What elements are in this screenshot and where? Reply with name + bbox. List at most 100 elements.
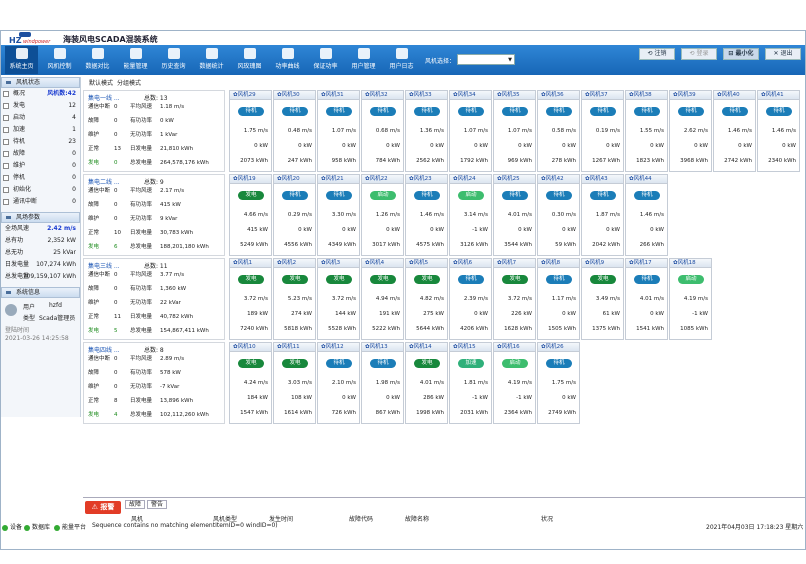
turbine-card[interactable]: ✿风机44 待机 1.46 m/s 0 kW 266 kWh [625, 174, 668, 256]
status-item[interactable]: 加速 1 [1, 124, 80, 136]
status-value: 4 [72, 114, 76, 121]
turbine-card[interactable]: ✿风机43 待机 1.87 m/s 0 kW 2042 kWh [581, 174, 624, 256]
turbine-card[interactable]: ✿风机5 发电 4.82 m/s 275 kW 5644 kWh [405, 258, 448, 340]
sysinfo-section-header[interactable]: 系统信息 [1, 287, 80, 298]
turbine-card[interactable]: ✿风机32 待机 0.68 m/s 0 kW 784 kWh [361, 90, 404, 172]
tab-fault[interactable]: 故障 [125, 500, 146, 509]
turbine-card[interactable]: ✿风机29 待机 1.75 m/s 0 kW 2073 kWh [229, 90, 272, 172]
turbine-card[interactable]: ✿风机13 待机 1.98 m/s 0 kW 867 kWh [361, 342, 404, 424]
turbine-card[interactable]: ✿风机8 待机 1.17 m/s 0 kW 1505 kWh [537, 258, 580, 340]
toolbar-button-6[interactable]: 风玫瑰图 [233, 46, 266, 74]
turbine-card[interactable]: ✿风机25 待机 4.01 m/s 0 kW 3544 kWh [493, 174, 536, 256]
tab-group-mode[interactable]: 分组模式 [117, 78, 141, 87]
turbine-card[interactable]: ✿风机7 发电 3.72 m/s 226 kW 1628 kWh [493, 258, 536, 340]
turbine-card[interactable]: ✿风机16 启动 4.19 m/s -1 kW 2364 kWh [493, 342, 536, 424]
turbine-card[interactable]: ✿风机38 待机 1.55 m/s 0 kW 1823 kWh [625, 90, 668, 172]
turbine-card[interactable]: ✿风机24 启动 3.14 m/s -1 kW 3126 kWh [449, 174, 492, 256]
turbine-card[interactable]: ✿风机35 待机 1.07 m/s 0 kW 969 kWh [493, 90, 536, 172]
turbine-card[interactable]: ✿风机26 待机 1.75 m/s 0 kW 2749 kWh [537, 342, 580, 424]
checkbox[interactable] [3, 175, 9, 181]
status-item[interactable]: 维护 0 [1, 160, 80, 172]
turbine-card[interactable]: ✿风机6 待机 2.39 m/s 0 kW 4206 kWh [449, 258, 492, 340]
alarm-button[interactable]: ⚠ 报警 [85, 501, 121, 514]
toolbar-button-7[interactable]: 功率曲线 [271, 46, 304, 74]
minimize-button[interactable]: ⊟ 最小化 [723, 48, 759, 60]
status-item[interactable]: 初始化 0 [1, 184, 80, 196]
toolbar-button-9[interactable]: 用户管理 [347, 46, 380, 74]
turbine-card[interactable]: ✿风机10 发电 4.24 m/s 184 kW 1547 kWh [229, 342, 272, 424]
checkbox[interactable] [3, 115, 9, 121]
exit-button[interactable]: ✕ 退出 [765, 48, 801, 60]
checkbox[interactable] [3, 127, 9, 133]
login-button[interactable]: ⟲ 登录 [681, 48, 717, 60]
turbine-card[interactable]: ✿风机3 发电 3.72 m/s 144 kW 5528 kWh [317, 258, 360, 340]
group-name[interactable]: 集电三线 ... [88, 261, 120, 270]
toolbar-button-8[interactable]: 保证功率 [309, 46, 342, 74]
status-section-header[interactable]: 风机状态 [1, 77, 80, 88]
checkbox[interactable] [3, 187, 9, 193]
status-item[interactable]: 待机 23 [1, 136, 80, 148]
group-stat-row: 通信中断 0 平均风速 3.77 m/s [88, 271, 222, 280]
turbine-card[interactable]: ✿风机33 待机 1.36 m/s 0 kW 2562 kWh [405, 90, 448, 172]
status-item[interactable]: 故障 0 [1, 148, 80, 160]
turbine-card[interactable]: ✿风机19 发电 4.66 m/s 415 kW 5249 kWh [229, 174, 272, 256]
group-name[interactable]: 集电一线 ... [88, 93, 120, 102]
turbine-card[interactable]: ✿风机12 待机 2.10 m/s 0 kW 726 kWh [317, 342, 360, 424]
turbine-card[interactable]: ✿风机31 待机 1.07 m/s 0 kW 958 kWh [317, 90, 360, 172]
turbine-card[interactable]: ✿风机39 待机 2.62 m/s 0 kW 3968 kWh [669, 90, 712, 172]
turbine-card[interactable]: ✿风机17 待机 4.01 m/s 0 kW 1541 kWh [625, 258, 668, 340]
turbine-card[interactable]: ✿风机41 待机 1.46 m/s 0 kW 2340 kWh [757, 90, 800, 172]
checkbox[interactable] [3, 163, 9, 169]
turbine-card[interactable]: ✿风机34 待机 1.07 m/s 0 kW 1792 kWh [449, 90, 492, 172]
toolbar-button-1[interactable]: 风机控制 [43, 46, 76, 74]
turbine-card[interactable]: ✿风机23 待机 1.46 m/s 0 kW 4575 kWh [405, 174, 448, 256]
turbine-card[interactable]: ✿风机9 发电 3.49 m/s 61 kW 1375 kWh [581, 258, 624, 340]
logout-button[interactable]: ⟲ 注销 [639, 48, 675, 60]
turbine-card[interactable]: ✿风机36 待机 0.58 m/s 0 kW 278 kWh [537, 90, 580, 172]
active-power: 0 kW [782, 143, 796, 149]
group-summary[interactable]: 集电四线 ... 总数: 8 通信中断 0 平均风速 2.89 m/s 故障 0 有功功率 578… [83, 342, 225, 424]
fan-select[interactable]: ▼ [457, 54, 515, 65]
toolbar-button-4[interactable]: 历史查询 [157, 46, 190, 74]
turbine-card[interactable]: ✿风机14 发电 4.01 m/s 286 kW 1998 kWh [405, 342, 448, 424]
turbine-card[interactable]: ✿风机22 启动 1.26 m/s 0 kW 3017 kWh [361, 174, 404, 256]
field-section-header[interactable]: 风场参数 [1, 212, 80, 223]
active-power: -1 kW [516, 395, 532, 401]
group-summary[interactable]: 集电一线 ... 总数: 13 通信中断 0 平均风速 1.18 m/s 故障 0 有功功率 0 … [83, 90, 225, 172]
group-name[interactable]: 集电二线 ... [88, 177, 120, 186]
turbine-card[interactable]: ✿风机20 待机 0.29 m/s 0 kW 4556 kWh [273, 174, 316, 256]
active-power: 0 kW [254, 143, 268, 149]
checkbox[interactable] [3, 103, 9, 109]
status-item[interactable]: 通讯中断 0 [1, 196, 80, 208]
toolbar-button-2[interactable]: 数据对比 [81, 46, 114, 74]
turbine-card[interactable]: ✿风机11 发电 3.03 m/s 108 kW 1614 kWh [273, 342, 316, 424]
turbine-card[interactable]: ✿风机15 加速 1.81 m/s -1 kW 2031 kWh [449, 342, 492, 424]
turbine-card[interactable]: ✿风机2 发电 5.23 m/s 274 kW 5818 kWh [273, 258, 316, 340]
turbine-card[interactable]: ✿风机37 待机 0.19 m/s 0 kW 1267 kWh [581, 90, 624, 172]
turbine-card[interactable]: ✿风机40 待机 1.46 m/s 0 kW 2742 kWh [713, 90, 756, 172]
status-item[interactable]: 发电 12 [1, 100, 80, 112]
checkbox[interactable] [3, 151, 9, 157]
group-summary[interactable]: 集电三线 ... 总数: 11 通信中断 0 平均风速 3.77 m/s 故障 0 有功功率 1,… [83, 258, 225, 340]
turbine-card[interactable]: ✿风机1 发电 3.72 m/s 189 kW 7240 kWh [229, 258, 272, 340]
toolbar-button-5[interactable]: 数据统计 [195, 46, 228, 74]
status-item[interactable]: 启动 4 [1, 112, 80, 124]
group-summary[interactable]: 集电二线 ... 总数: 9 通信中断 0 平均风速 2.17 m/s 故障 0 有功功率 415… [83, 174, 225, 256]
checkbox[interactable] [3, 139, 9, 145]
status-item[interactable]: 停机 0 [1, 172, 80, 184]
tab-warning[interactable]: 警告 [147, 500, 168, 509]
turbine-card[interactable]: ✿风机30 待机 0.48 m/s 0 kW 247 kWh [273, 90, 316, 172]
tab-default-mode[interactable]: 默认模式 [89, 78, 113, 87]
toolbar-button-10[interactable]: 用户日志 [385, 46, 418, 74]
turbine-card[interactable]: ✿风机4 发电 4.94 m/s 191 kW 5222 kWh [361, 258, 404, 340]
wind-speed: 1.81 m/s [463, 380, 488, 386]
turbine-card[interactable]: ✿风机18 启动 4.19 m/s -1 kW 1085 kWh [669, 258, 712, 340]
checkbox[interactable] [3, 91, 9, 97]
toolbar-button-0[interactable]: 系统主页 [5, 46, 38, 74]
checkbox[interactable] [3, 199, 9, 205]
turbine-card[interactable]: ✿风机42 待机 0.30 m/s 0 kW 59 kWh [537, 174, 580, 256]
turbine-card[interactable]: ✿风机21 待机 3.30 m/s 0 kW 4349 kWh [317, 174, 360, 256]
group-name[interactable]: 集电四线 ... [88, 345, 120, 354]
toolbar-button-3[interactable]: 能量管理 [119, 46, 152, 74]
status-item[interactable]: 概况 风机数:42 [1, 88, 80, 100]
